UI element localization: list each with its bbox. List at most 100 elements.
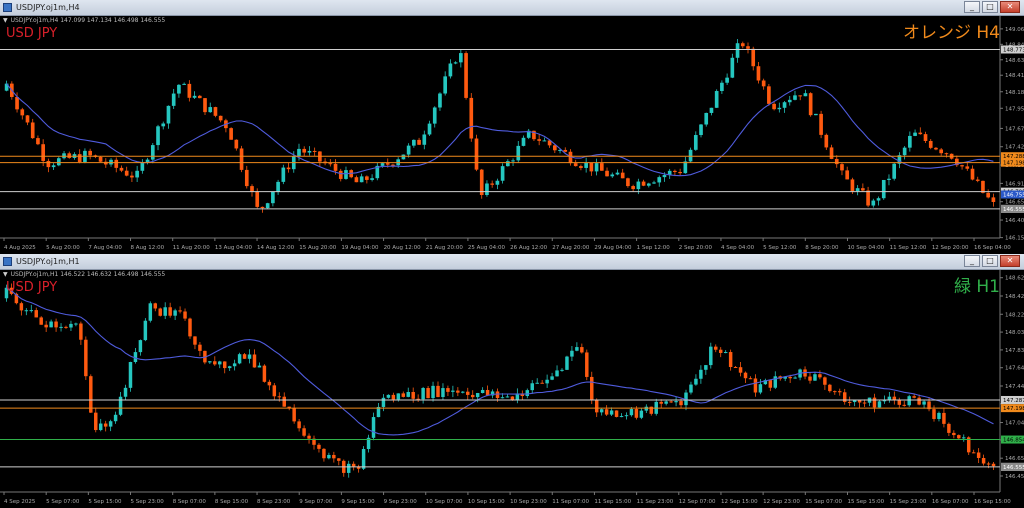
x-tick-label: 9 Sep 15:00 [341,499,375,505]
candle-body [782,102,787,108]
current-price-label: 146.555 [1003,465,1024,471]
candle-body [255,191,260,207]
timeframe-label: 緑 H1 [953,277,1000,297]
collapse-triangle-icon[interactable]: ▼ [3,271,8,278]
candle-body [939,149,944,154]
x-tick-label: 12 Sep 23:00 [763,499,800,505]
candle-body [307,435,311,439]
candle-body [232,363,237,367]
candle-body [550,376,554,380]
candle-body [714,91,719,108]
candle-body [422,134,427,145]
x-tick-label: 12 Sep 15:00 [721,499,758,505]
y-tick-label: 146.400 [1005,218,1024,224]
candle-body [838,391,842,393]
candle-body [772,103,776,110]
candle-body [257,365,262,368]
candle-body [629,409,634,416]
candle-body [166,105,171,124]
x-tick-label: 10 Sep 15:00 [468,499,505,505]
candle-body [446,388,450,392]
candle-body [573,163,578,167]
y-tick-label: 148.225 [1005,312,1024,318]
candle-body [391,164,395,166]
candle-body [281,167,286,182]
candle-body [545,379,549,384]
x-tick-label: 5 Sep 07:00 [46,499,80,505]
candle-body [798,95,803,97]
candle-body [441,388,445,398]
price-chart-h4[interactable]: 149.060148.845148.630148.415148.185147.9… [0,16,1024,254]
candle-body [907,396,911,406]
x-tick-label: 2 Sep 20:00 [679,245,713,251]
candle-body [271,191,275,204]
x-tick-label: 10 Sep 23:00 [510,499,547,505]
candle-body [346,463,351,473]
minimize-button[interactable]: _ [964,255,980,267]
candle-body [286,167,291,170]
candle-body [495,180,500,185]
close-button[interactable]: ✕ [1000,255,1020,267]
candle-body [631,186,635,190]
candle-body [118,396,123,415]
candle-body [495,391,500,399]
candle-body [902,404,906,406]
candle-body [594,163,599,172]
candle-body [947,423,951,433]
candle-body [153,303,158,309]
candle-body [156,126,160,146]
candle-body [328,163,333,165]
candle-body [847,401,852,403]
candle-body [327,454,331,459]
candle-body [208,361,212,363]
candle-body [39,317,43,325]
chart-window-h1[interactable]: USDJPY.oj1m,H1 _ □ ✕ 148.625 148.425 148.2… [0,254,1024,508]
candle-body [451,390,455,392]
candle-body [114,159,119,168]
candle-body [728,352,733,368]
collapse-triangle-icon[interactable]: ▼ [3,17,8,24]
candle-body [24,310,29,312]
candle-body [714,346,718,350]
maximize-button[interactable]: □ [982,255,998,267]
x-tick-label: 11 Sep 07:00 [552,499,589,505]
maximize-button[interactable]: □ [982,1,998,13]
close-button[interactable]: ✕ [1000,1,1020,13]
y-tick-label: 148.185 [1005,90,1024,96]
candle-body [242,354,247,359]
candle-body [872,397,877,408]
candle-body [887,178,891,180]
candle-body [113,414,118,422]
candle-body [123,387,128,397]
candle-body [923,134,928,141]
candle-body [276,181,280,192]
window-titlebar[interactable]: USDJPY.oj1m,H1 _ □ ✕ [0,254,1024,270]
candle-body [436,385,440,398]
window-titlebar[interactable]: USDJPY.oj1m,H4 _ □ ✕ [0,0,1024,16]
candle-body [693,135,698,150]
chart-window-h4[interactable]: USDJPY.oj1m,H4 _ □ ✕ 149.060148.845148.6… [0,0,1024,254]
candle-body [163,307,167,316]
candle-body [639,410,644,418]
candle-body [187,83,192,98]
window-title: USDJPY.oj1m,H1 [16,257,80,266]
candle-body [506,161,510,167]
candle-body [237,354,242,364]
candle-body [753,378,758,393]
symbol-label: USD JPY [6,26,58,41]
candle-body [401,154,406,160]
price-chart-h1[interactable]: 148.625 148.425 148.225 148.030 147.835 147.6… [0,270,1024,508]
candle-body [932,409,936,419]
x-tick-label: 12 Sep 07:00 [679,499,716,505]
candle-body [942,412,946,424]
candle-body [272,385,277,397]
candle-body [244,169,249,187]
candle-body [981,457,986,464]
level-price-label: 147.198 [1003,161,1024,167]
candle-body [937,412,941,419]
candle-body [20,109,25,116]
candle-body [19,303,24,311]
minimize-button[interactable]: _ [964,1,980,13]
candle-body [30,122,35,139]
x-tick-label: 7 Aug 04:00 [88,245,122,251]
